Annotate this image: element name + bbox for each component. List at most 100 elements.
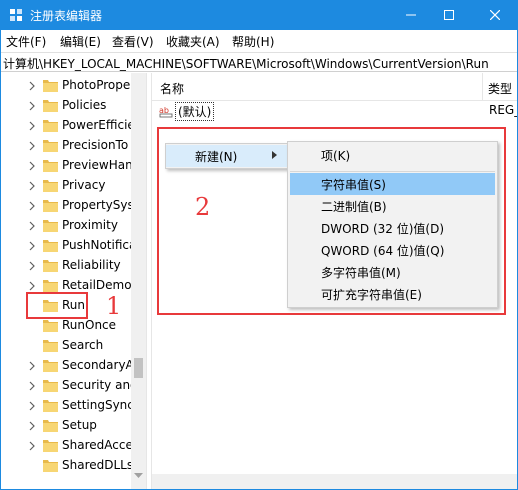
menu-file[interactable]: 文件(F) — [6, 33, 46, 50]
tree-item[interactable]: PropertySys — [0, 196, 146, 216]
close-button[interactable] — [474, 0, 516, 30]
key-tree[interactable]: PhotoPrope Policies PowerEfficie PrecisionT… — [0, 73, 146, 490]
tree-item[interactable]: SettingSync — [0, 396, 146, 416]
tree-item[interactable]: PreviewHan — [0, 156, 146, 176]
tree-item[interactable]: Proximity — [0, 216, 146, 236]
address-bar[interactable]: 计算机\HKEY_LOCAL_MACHINE\SOFTWARE\Microsof… — [0, 52, 518, 72]
chevron-right-icon[interactable] — [27, 121, 37, 131]
tree-item-label: Setup — [62, 418, 97, 432]
folder-icon — [43, 420, 58, 432]
chevron-right-icon[interactable] — [27, 261, 37, 271]
tree-item[interactable]: SharedDLLs — [0, 456, 146, 476]
tree-item[interactable]: RunOnce — [0, 316, 146, 336]
chevron-right-icon[interactable] — [27, 401, 37, 411]
folder-icon — [43, 440, 58, 452]
tree-item[interactable]: PrecisionTo — [0, 136, 146, 156]
chevron-right-icon[interactable] — [27, 441, 37, 451]
minimize-button[interactable] — [390, 0, 432, 30]
folder-icon — [43, 140, 58, 152]
annotation-box-menu — [157, 127, 506, 315]
folder-icon — [43, 320, 58, 332]
tree-item[interactable]: Policies — [0, 96, 146, 116]
minimize-icon — [406, 14, 416, 16]
close-icon — [490, 10, 500, 20]
column-type-header[interactable]: 类型 — [488, 80, 512, 97]
chevron-right-icon[interactable] — [27, 421, 37, 431]
menu-edit[interactable]: 编辑(E) — [60, 33, 101, 50]
tree-item[interactable]: Setup — [0, 416, 146, 436]
menu-view[interactable]: 查看(V) — [112, 33, 154, 50]
chevron-right-icon[interactable] — [27, 81, 37, 91]
tree-item[interactable]: Reliability — [0, 256, 146, 276]
folder-icon — [43, 200, 58, 212]
folder-icon — [43, 380, 58, 392]
tree-scrollbar[interactable] — [131, 73, 146, 490]
tree-scrollbar-thumb[interactable] — [134, 358, 143, 378]
value-name: (默认) — [175, 102, 215, 121]
chevron-right-icon[interactable] — [27, 201, 37, 211]
tree-item-label: SettingSync — [62, 398, 134, 412]
chevron-right-icon[interactable] — [27, 221, 37, 231]
chevron-right-icon[interactable] — [27, 281, 37, 291]
tree-item-label: SharedDLLs — [62, 458, 134, 472]
tree-item-label: SecondaryA — [62, 358, 134, 372]
folder-icon — [43, 240, 58, 252]
menu-bar: 文件(F) 编辑(E) 查看(V) 收藏夹(A) 帮助(H) — [0, 30, 518, 52]
folder-icon — [43, 80, 58, 92]
tree-item-label: Reliability — [62, 258, 121, 272]
value-type: REG_ — [489, 103, 518, 117]
tree-item-label: SharedAcce — [62, 438, 133, 452]
maximize-icon — [444, 10, 454, 20]
pane-splitter[interactable] — [146, 73, 152, 490]
annotation-step-1: 1 — [106, 292, 122, 320]
tree-item[interactable]: PhotoPrope — [0, 76, 146, 96]
title-bar: 注册表编辑器 — [0, 0, 518, 30]
tree-item[interactable]: Security and — [0, 376, 146, 396]
value-list-header: 名称 类型 — [152, 73, 518, 101]
tree-item[interactable]: Search — [0, 336, 146, 356]
address-path[interactable]: 计算机\HKEY_LOCAL_MACHINE\SOFTWARE\Microsof… — [3, 55, 489, 72]
folder-icon — [43, 220, 58, 232]
chevron-right-icon[interactable] — [27, 361, 37, 371]
folder-icon — [43, 260, 58, 272]
tree-item-label: PhotoPrope — [62, 78, 131, 92]
tree-item-label: Privacy — [62, 178, 106, 192]
annotation-box-run — [26, 292, 88, 319]
value-row[interactable]: ab (默认) REG_ — [152, 101, 518, 121]
tree-item-label: PrecisionTo — [62, 138, 129, 152]
tree-item-label: Policies — [62, 98, 107, 112]
column-divider[interactable] — [482, 73, 483, 101]
string-value-icon: ab — [159, 106, 173, 118]
chevron-right-icon[interactable] — [27, 241, 37, 251]
folder-icon — [43, 340, 58, 352]
tree-item-label: PreviewHan — [62, 158, 133, 172]
tree-item[interactable]: PowerEfficie — [0, 116, 146, 136]
chevron-right-icon[interactable] — [27, 181, 37, 191]
folder-icon — [43, 120, 58, 132]
menu-help[interactable]: 帮助(H) — [232, 33, 274, 50]
tree-item-label: Search — [62, 338, 104, 352]
tree-item[interactable]: SharedAcce — [0, 436, 146, 456]
window-title: 注册表编辑器 — [30, 9, 103, 23]
tree-item-label: Security and — [62, 378, 138, 392]
chevron-right-icon[interactable] — [27, 101, 37, 111]
annotation-step-2: 2 — [195, 193, 211, 221]
folder-icon — [43, 160, 58, 172]
folder-icon — [43, 100, 58, 112]
tree-item[interactable]: Privacy — [0, 176, 146, 196]
chevron-right-icon[interactable] — [27, 141, 37, 151]
maximize-button[interactable] — [428, 0, 470, 30]
list-horizontal-scrollbar[interactable] — [152, 474, 518, 490]
column-name-header[interactable]: 名称 — [160, 80, 184, 97]
tree-item-label: PowerEfficie — [62, 118, 135, 132]
regedit-app-icon — [10, 9, 22, 21]
chevron-right-icon[interactable] — [27, 381, 37, 391]
scroll-down-icon[interactable] — [134, 473, 143, 479]
tree-item[interactable]: SecondaryA — [0, 356, 146, 376]
folder-icon — [43, 180, 58, 192]
tree-item-label: RunOnce — [62, 318, 117, 332]
menu-favorites[interactable]: 收藏夹(A) — [166, 33, 220, 50]
folder-icon — [43, 460, 58, 472]
tree-item[interactable]: PushNotifica — [0, 236, 146, 256]
chevron-right-icon[interactable] — [27, 161, 37, 171]
